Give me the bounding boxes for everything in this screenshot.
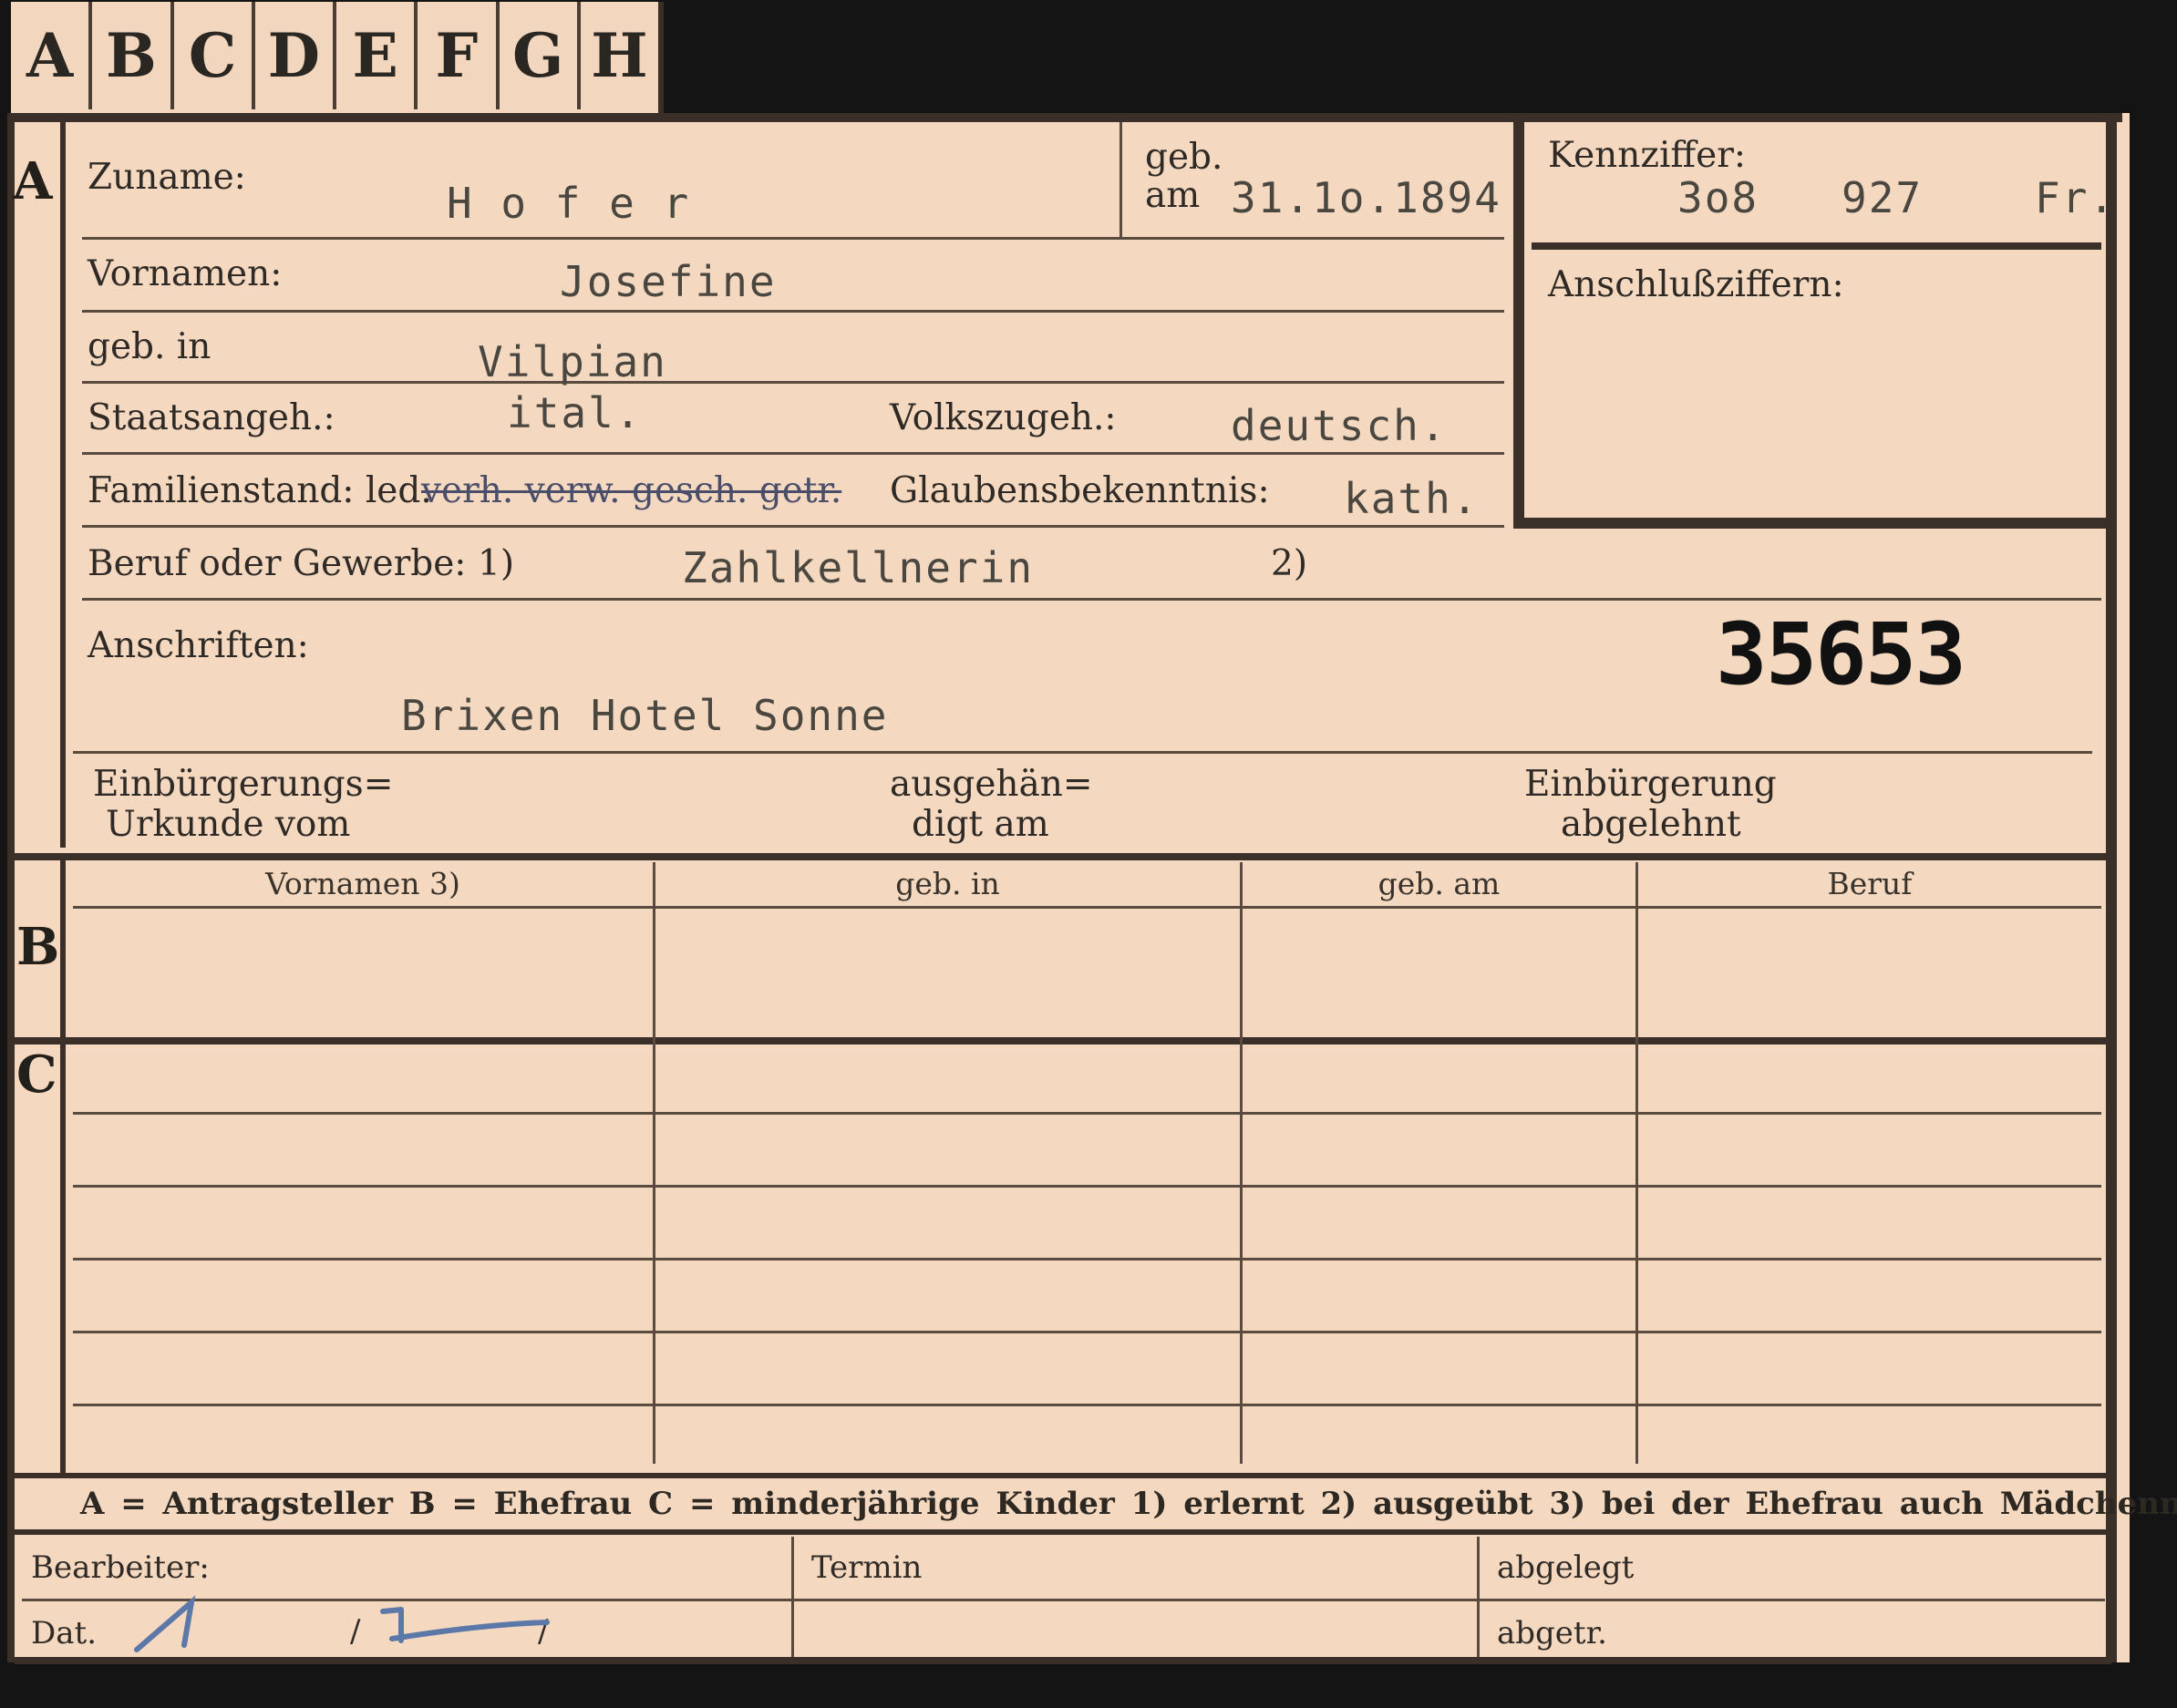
tab-c: C bbox=[174, 2, 255, 109]
zuname-value: H o f e r bbox=[447, 179, 691, 228]
kennziffer-label: Kennziffer: bbox=[1548, 135, 1746, 176]
kennziffer-box-left bbox=[1513, 122, 1524, 529]
beruf-label: Beruf oder Gewerbe: bbox=[88, 543, 467, 584]
row-line-4 bbox=[82, 452, 1504, 455]
row-line-2 bbox=[82, 310, 1504, 313]
kennziffer-value-3: Fr. bbox=[2035, 173, 2117, 222]
section-a-left-rule bbox=[60, 122, 66, 848]
section-c-top bbox=[15, 1037, 2111, 1044]
tab-e: E bbox=[336, 2, 418, 109]
section-bc-left-rule bbox=[60, 860, 66, 1473]
kennziffer-value-1: 3o8 bbox=[1677, 173, 1759, 222]
kennziffer-value-2: 927 bbox=[1842, 173, 1924, 222]
row-line-6 bbox=[82, 598, 2101, 601]
section-a-letter: A bbox=[13, 151, 53, 211]
section-b-top bbox=[15, 853, 2111, 860]
geb-divider bbox=[1119, 122, 1122, 237]
tab-f: F bbox=[418, 2, 500, 109]
einbuergerung-abgelehnt-2: abgelehnt bbox=[1561, 804, 1741, 845]
table-header-vornamen: Vornamen 3) bbox=[265, 866, 460, 901]
einbuergerungs-label-1: Einbürgerungs= bbox=[93, 764, 394, 805]
tab-h: H bbox=[591, 20, 648, 91]
table-c-line-4 bbox=[73, 1331, 2101, 1333]
footer-col-2 bbox=[1477, 1537, 1480, 1657]
anschlussziffern-label: Anschlußziffern: bbox=[1548, 264, 1844, 305]
bearbeiter-label: Bearbeiter: bbox=[31, 1549, 210, 1586]
stamp-number: 35653 bbox=[1716, 605, 1966, 705]
section-b-letter: B bbox=[16, 917, 60, 977]
dat-label: Dat. bbox=[31, 1615, 98, 1651]
tab-g: G bbox=[500, 2, 581, 109]
geb-am-value: 31.1o.1894 bbox=[1231, 173, 1501, 222]
row-line-5 bbox=[82, 525, 1504, 528]
ausgehaen-label-2: digt am bbox=[912, 804, 1049, 845]
row-line-7 bbox=[73, 751, 2092, 754]
termin-label: Termin bbox=[811, 1549, 923, 1586]
geb-in-label: geb. in bbox=[88, 326, 212, 367]
am-label: am bbox=[1145, 175, 1201, 216]
anschrift-value: Brixen Hotel Sonne bbox=[401, 691, 889, 740]
glaubensbekenntnis-label: Glaubensbekenntnis: bbox=[890, 470, 1270, 511]
beruf-value: Zahlkellnerin bbox=[682, 543, 1035, 592]
table-c-line-2 bbox=[73, 1185, 2101, 1188]
volkszugeh-value: deutsch. bbox=[1231, 401, 1448, 450]
footnote-2-mark: 2) bbox=[1271, 543, 1308, 584]
pencil-mark bbox=[134, 1595, 550, 1652]
einbuergerungs-label-2: Urkunde vom bbox=[106, 804, 351, 845]
ausgehaen-label-1: ausgehän= bbox=[890, 764, 1093, 805]
geb-in-value: Vilpian bbox=[478, 337, 667, 386]
tab-a: A bbox=[11, 2, 93, 109]
volkszugeh-label: Volkszugeh.: bbox=[890, 397, 1117, 438]
abgetr-label: abgetr. bbox=[1497, 1615, 1607, 1651]
staatsangeh-label: Staatsangeh.: bbox=[88, 397, 335, 438]
table-col-3 bbox=[1635, 862, 1638, 1464]
anschriften-label: Anschriften: bbox=[88, 625, 309, 666]
table-col-1 bbox=[653, 862, 655, 1464]
kennziffer-box-bottom bbox=[1513, 518, 2106, 529]
footnote-1-mark: 1) bbox=[478, 543, 515, 584]
alphabet-tab-strip: A B C D E F G H bbox=[11, 2, 664, 115]
table-header-beruf: Beruf bbox=[1827, 866, 1913, 901]
vornamen-value: Josefine bbox=[560, 257, 777, 306]
table-c-line-5 bbox=[73, 1404, 2101, 1406]
table-col-2 bbox=[1240, 862, 1243, 1464]
footer-col-1 bbox=[791, 1537, 794, 1657]
card-right-border bbox=[2106, 122, 2117, 1662]
glaubensbekenntnis-value: kath. bbox=[1344, 474, 1480, 523]
table-c-line-1 bbox=[73, 1112, 2101, 1115]
table-header-geb-in: geb. in bbox=[895, 866, 1000, 901]
familienstand-label: Familienstand: led. bbox=[88, 470, 432, 511]
kennziffer-divider bbox=[1532, 242, 2101, 250]
legend-line: A = Antragsteller B = Ehefrau C = minder… bbox=[80, 1486, 2177, 1522]
legend-bottom bbox=[15, 1529, 2111, 1535]
legend-top bbox=[15, 1473, 2111, 1478]
row-line-3 bbox=[82, 381, 1504, 384]
abgelegt-label: abgelegt bbox=[1497, 1549, 1635, 1586]
vornamen-label: Vornamen: bbox=[88, 253, 283, 294]
section-c-letter: C bbox=[16, 1044, 57, 1105]
table-c-line-3 bbox=[73, 1258, 2101, 1260]
tab-d: D bbox=[255, 2, 336, 109]
row-line-1 bbox=[82, 237, 1504, 240]
table-header-line bbox=[73, 906, 2101, 909]
tab-b: B bbox=[92, 2, 174, 109]
einbuergerung-abgelehnt-1: Einbürgerung bbox=[1524, 764, 1777, 805]
card-top-border bbox=[7, 113, 2122, 122]
familienstand-struck-options: verh. verw. gesch. getr. bbox=[421, 470, 842, 511]
geb-label: geb. bbox=[1145, 137, 1223, 178]
staatsangeh-value: ital. bbox=[507, 388, 643, 437]
table-header-geb-am: geb. am bbox=[1377, 866, 1501, 901]
zuname-label: Zuname: bbox=[88, 157, 246, 198]
